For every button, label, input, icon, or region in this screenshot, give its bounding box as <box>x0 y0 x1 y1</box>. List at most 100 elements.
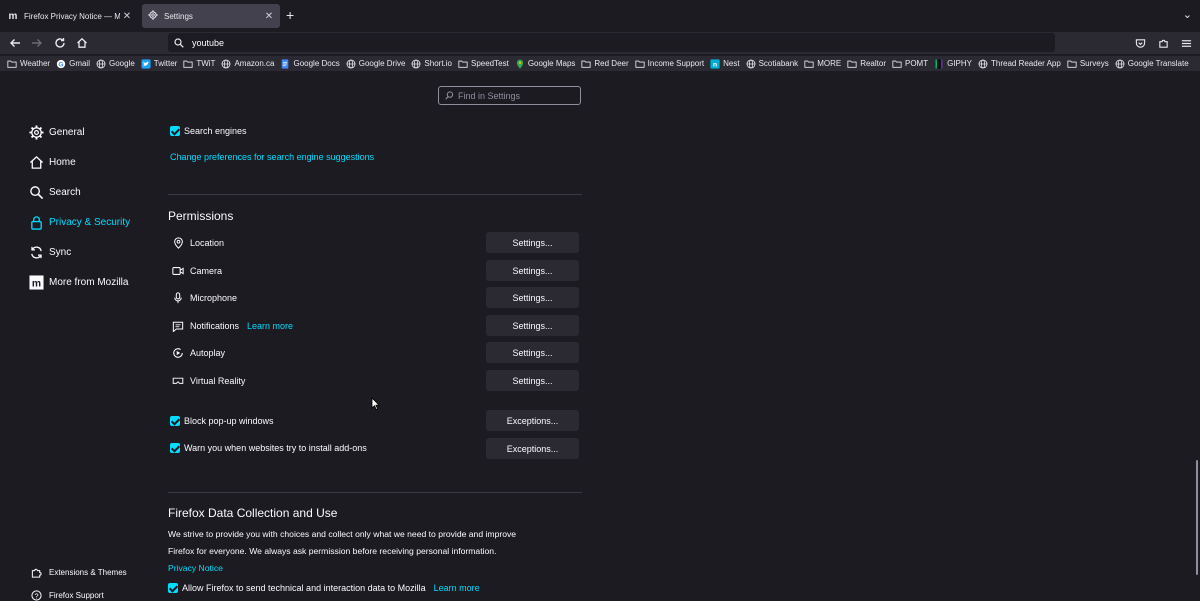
globe-icon <box>221 59 231 69</box>
bookmark-label: TWiT <box>196 59 216 68</box>
camera-settings-button[interactable]: Settings... <box>486 260 579 281</box>
find-placeholder: Find in Settings <box>458 90 521 101</box>
bookmark-item[interactable]: Income Support <box>635 59 704 69</box>
search-engines-option[interactable]: Search engines <box>170 126 247 136</box>
vr-icon <box>172 375 184 387</box>
back-button[interactable] <box>6 35 24 51</box>
category-more-from-mozilla[interactable]: m More from Mozilla <box>28 274 128 290</box>
bookmark-item[interactable]: POMT <box>892 59 928 69</box>
docs-icon <box>280 58 290 69</box>
search-suggestions-link[interactable]: Change preferences for search engine sug… <box>170 152 374 162</box>
allow-telemetry-checkbox[interactable] <box>168 583 178 593</box>
globe-icon <box>978 59 988 69</box>
telemetry-learn-more-link[interactable]: Learn more <box>434 583 480 593</box>
vr-settings-button[interactable]: Settings... <box>486 370 579 391</box>
permission-microphone: Microphone <box>172 292 237 304</box>
extensions-themes-link[interactable]: Extensions & Themes <box>30 566 127 578</box>
category-privacy-security[interactable]: Privacy & Security <box>28 214 130 230</box>
find-in-settings-input[interactable]: Find in Settings <box>438 86 581 105</box>
arrow-right-icon <box>32 39 42 47</box>
tab-settings[interactable]: Settings ✕ <box>142 4 280 28</box>
privacy-notice-link[interactable]: Privacy Notice <box>168 560 582 577</box>
bookmark-item[interactable]: Scotiabank <box>746 59 798 69</box>
globe-icon <box>746 59 756 69</box>
bookmark-label: Income Support <box>647 59 705 68</box>
bookmark-item[interactable]: Realtor <box>847 59 886 69</box>
microphone-settings-button[interactable]: Settings... <box>486 287 579 308</box>
block-popups-option[interactable]: Block pop-up windows <box>170 416 274 426</box>
bookmark-label: Nest <box>723 59 740 68</box>
warn-addons-checkbox[interactable] <box>170 443 180 453</box>
pocket-icon[interactable] <box>1131 35 1149 51</box>
home-button[interactable] <box>73 35 91 51</box>
category-general[interactable]: General <box>28 124 85 140</box>
close-icon[interactable]: ✕ <box>262 11 276 22</box>
extensions-icon[interactable] <box>1154 35 1172 51</box>
svg-text:n: n <box>713 61 717 68</box>
description-line: Firefox for everyone. We always ask perm… <box>168 546 497 556</box>
bookmark-label: Short.io <box>424 59 452 68</box>
help-icon: ? <box>30 589 42 601</box>
permission-notifications: Notifications Learn more <box>172 320 293 332</box>
bookmark-item[interactable]: Twitter <box>141 58 177 69</box>
bookmark-item[interactable]: Red Deer <box>581 59 629 69</box>
address-bar[interactable]: youtube <box>168 33 1055 52</box>
autoplay-settings-button[interactable]: Settings... <box>486 342 579 363</box>
firefox-support-link[interactable]: ? Firefox Support <box>30 589 104 601</box>
section-divider <box>168 194 582 195</box>
bookmark-label: Google Translate <box>1127 59 1189 68</box>
bookmark-item[interactable]: Google Translate <box>1115 59 1189 69</box>
bookmark-item[interactable]: Short.io <box>411 59 452 69</box>
block-popups-checkbox[interactable] <box>170 416 180 426</box>
bookmark-item[interactable]: SpeedTest <box>458 59 509 69</box>
category-home[interactable]: Home <box>28 154 76 170</box>
category-label: Sync <box>49 246 72 258</box>
reload-button[interactable] <box>51 35 69 51</box>
menu-icon[interactable] <box>1177 35 1195 51</box>
notifications-learn-more-link[interactable]: Learn more <box>247 321 293 331</box>
allow-telemetry-option[interactable]: Allow Firefox to send technical and inte… <box>168 583 480 593</box>
bookmark-item[interactable]: G Gmail <box>56 59 90 69</box>
globe-icon <box>411 59 421 69</box>
bookmark-item[interactable]: Weather <box>7 59 50 69</box>
bookmark-item[interactable]: n Nest <box>710 58 740 69</box>
popup-exceptions-button[interactable]: Exceptions... <box>486 410 579 431</box>
bookmark-label: Weather <box>20 59 51 68</box>
arrow-left-icon <box>10 39 20 47</box>
mouse-cursor-icon <box>371 397 380 413</box>
addons-exceptions-button[interactable]: Exceptions... <box>486 438 579 459</box>
bookmark-item[interactable]: Google Drive <box>346 59 406 69</box>
close-icon[interactable]: ✕ <box>120 11 134 22</box>
bookmark-item[interactable]: Thread Reader App <box>978 59 1061 69</box>
chevron-down-icon[interactable]: ⌄ <box>1183 8 1192 21</box>
svg-text:m: m <box>31 278 40 289</box>
tab-privacy-notice[interactable]: m Firefox Privacy Notice — Mozilla ✕ <box>2 4 138 28</box>
category-label: Home <box>49 156 76 168</box>
bookmark-item[interactable]: GIPHY <box>934 58 972 69</box>
reload-icon <box>55 38 65 48</box>
folder-icon <box>635 59 645 69</box>
category-sync[interactable]: Sync <box>28 244 71 260</box>
category-search[interactable]: Search <box>28 184 81 200</box>
forward-button[interactable] <box>28 35 46 51</box>
bookmark-item[interactable]: Google <box>96 59 135 69</box>
new-tab-button[interactable]: + <box>286 7 294 23</box>
permission-label: Virtual Reality <box>190 376 246 386</box>
location-settings-button[interactable]: Settings... <box>486 232 579 253</box>
bookmark-item[interactable]: Google Docs <box>280 58 340 69</box>
bookmark-label: GIPHY <box>947 59 972 68</box>
twitter-icon <box>141 58 151 69</box>
notifications-settings-button[interactable]: Settings... <box>486 315 579 336</box>
bookmark-item[interactable]: Surveys <box>1067 59 1109 69</box>
bookmark-label: Red Deer <box>594 59 629 68</box>
scrollbar-thumb[interactable] <box>1196 460 1198 575</box>
bookmark-item[interactable]: TWiT <box>183 59 215 69</box>
search-engines-checkbox[interactable] <box>170 126 180 136</box>
bookmark-item[interactable]: Google Maps <box>515 59 575 69</box>
bookmark-label: MORE <box>817 59 842 68</box>
bookmark-item[interactable]: Amazon.ca <box>221 59 274 69</box>
bookmark-item[interactable]: MORE <box>804 59 841 69</box>
warn-addons-option[interactable]: Warn you when websites try to install ad… <box>170 443 367 453</box>
bookmark-label: Google Drive <box>358 59 406 68</box>
folder-icon <box>7 59 17 69</box>
